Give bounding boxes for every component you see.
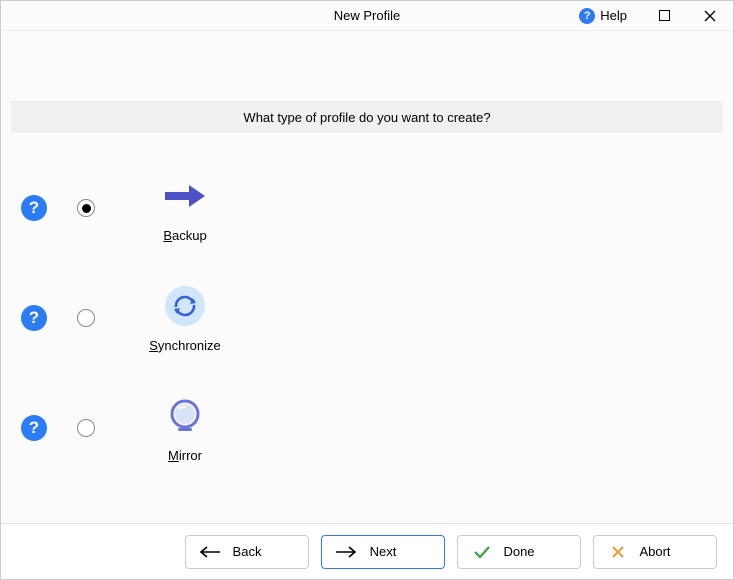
x-icon bbox=[606, 545, 630, 559]
next-label: Next bbox=[370, 544, 397, 559]
sync-icon bbox=[164, 284, 206, 328]
maximize-button[interactable] bbox=[641, 1, 687, 30]
check-icon bbox=[470, 545, 494, 559]
titlebar: New Profile ? Help bbox=[1, 1, 733, 31]
mirror-icon bbox=[166, 394, 204, 438]
option-help-synchronize[interactable]: ? bbox=[21, 305, 47, 331]
option-row-mirror: ? Mirror bbox=[21, 373, 723, 483]
window-root: New Profile ? Help What type of profile … bbox=[0, 0, 734, 580]
abort-button[interactable]: Abort bbox=[593, 535, 717, 569]
option-row-backup: ? Backup bbox=[21, 153, 723, 263]
option-row-synchronize: ? Synchronize bbox=[21, 263, 723, 373]
radio-synchronize[interactable] bbox=[77, 309, 95, 327]
help-button[interactable]: ? Help bbox=[565, 1, 641, 30]
radio-mirror[interactable] bbox=[77, 419, 95, 437]
maximize-icon bbox=[659, 10, 670, 21]
arrow-left-icon bbox=[198, 545, 222, 559]
options-group: ? Backup ? bbox=[11, 153, 723, 483]
radio-backup[interactable] bbox=[77, 199, 95, 217]
help-label: Help bbox=[600, 8, 627, 23]
option-block-synchronize[interactable]: Synchronize bbox=[145, 284, 225, 353]
back-button[interactable]: Back bbox=[185, 535, 309, 569]
done-button[interactable]: Done bbox=[457, 535, 581, 569]
window-title: New Profile bbox=[334, 8, 400, 23]
arrow-right-icon-small bbox=[334, 545, 358, 559]
content-area: What type of profile do you want to crea… bbox=[1, 31, 733, 523]
option-label-backup: Backup bbox=[163, 228, 206, 243]
footer-bar: Back Next Done bbox=[1, 523, 733, 579]
option-help-backup[interactable]: ? bbox=[21, 195, 47, 221]
arrow-right-icon bbox=[161, 174, 209, 218]
question-heading: What type of profile do you want to crea… bbox=[11, 101, 723, 133]
option-label-mirror: Mirror bbox=[168, 448, 202, 463]
back-label: Back bbox=[233, 544, 262, 559]
option-label-synchronize: Synchronize bbox=[149, 338, 221, 353]
option-block-mirror[interactable]: Mirror bbox=[145, 394, 225, 463]
abort-label: Abort bbox=[639, 544, 670, 559]
option-block-backup[interactable]: Backup bbox=[145, 174, 225, 243]
help-icon: ? bbox=[579, 8, 595, 24]
done-label: Done bbox=[503, 544, 534, 559]
close-button[interactable] bbox=[687, 1, 733, 30]
close-icon bbox=[704, 10, 716, 22]
titlebar-right: ? Help bbox=[565, 1, 733, 30]
next-button[interactable]: Next bbox=[321, 535, 445, 569]
option-help-mirror[interactable]: ? bbox=[21, 415, 47, 441]
